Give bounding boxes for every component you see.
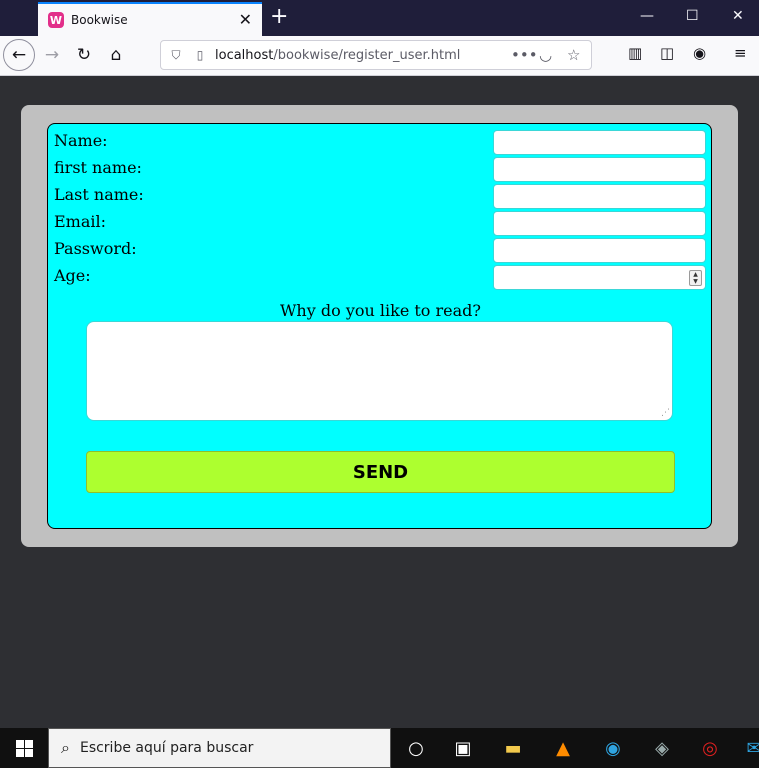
number-spinner-icon[interactable]: ▲ ▼ [689,270,702,286]
resize-grip-icon[interactable]: ⋰ [661,409,670,418]
tab-bar: W Bookwise ✕ + — ☐ ✕ [0,0,759,36]
password-input[interactable] [493,238,706,263]
close-tab-icon[interactable]: ✕ [239,10,252,29]
email-input[interactable] [493,211,706,236]
forward-button[interactable]: → [38,41,66,69]
pocket-icon[interactable]: ◡ [539,46,552,64]
reload-button[interactable]: ↻ [70,41,98,69]
mail-icon[interactable]: ✉ [732,728,759,768]
url-bar[interactable]: ⛉ ▯ localhost/bookwise/register_user.htm… [160,40,592,70]
vlc-icon[interactable]: ▲ [541,728,585,768]
url-host: localhost [215,47,274,63]
shield-icon[interactable]: ⛉ [167,48,185,63]
back-button[interactable]: ← [3,39,35,71]
name-input[interactable] [493,130,706,155]
name-label: Name: [54,131,108,150]
url-path: /bookwise/register_user.html [273,47,461,63]
new-tab-icon[interactable]: + [270,4,288,29]
taskbar-search[interactable]: ⌕ Escribe aquí para buscar [48,728,391,768]
tab-bookwise[interactable]: W Bookwise ✕ [38,2,262,36]
page-icon: ▯ [196,48,204,62]
menu-icon[interactable]: ≡ [734,44,747,62]
start-button[interactable] [0,728,48,768]
last-name-label: Last name: [54,185,144,204]
age-input[interactable]: ▲ ▼ [493,265,706,290]
game-icon[interactable]: ◈ [640,728,684,768]
register-form: Name: first name: Last name: Email: Pass… [47,123,712,529]
windows-logo-icon [15,739,33,757]
account-icon[interactable]: ◉ [693,44,706,62]
bookmark-star-icon[interactable]: ☆ [567,46,580,64]
last-name-input[interactable] [493,184,706,209]
first-name-input[interactable] [493,157,706,182]
file-explorer-icon[interactable]: ▬ [491,728,535,768]
cortana-icon[interactable]: ○ [394,728,438,768]
url-text[interactable]: localhost/bookwise/register_user.html [215,48,460,63]
search-icon: ⌕ [61,738,70,757]
age-label: Age: [54,266,91,285]
navigation-bar: ← → ↻ ⌂ ⛉ ▯ localhost/bookwise/register_… [0,36,759,76]
task-view-icon[interactable]: ▣ [441,728,485,768]
tab-title: Bookwise [71,13,128,27]
first-name-label: first name: [54,158,142,177]
reading-reason-textarea[interactable]: ⋰ [86,321,673,421]
minimize-icon[interactable]: — [640,8,654,24]
send-button[interactable]: SEND [86,451,675,493]
sidebar-icon[interactable]: ◫ [660,44,674,62]
more-actions-icon[interactable]: ••• [511,46,538,64]
favicon-icon: W [48,12,64,28]
password-label: Password: [54,239,137,258]
close-window-icon[interactable]: ✕ [732,8,744,24]
email-label: Email: [54,212,107,231]
maximize-icon[interactable]: ☐ [686,8,699,24]
edge-icon[interactable]: ◉ [591,728,635,768]
library-icon[interactable]: ▥ [628,44,642,62]
antivirus-icon[interactable]: ◎ [688,728,732,768]
search-placeholder: Escribe aquí para buscar [79,740,254,756]
home-button[interactable]: ⌂ [102,41,130,69]
reading-question: Why do you like to read? [279,301,481,320]
taskbar: ⌕ Escribe aquí para buscar ○ ▣ ▬ ▲ ◉ ◈ ◎… [0,728,759,768]
